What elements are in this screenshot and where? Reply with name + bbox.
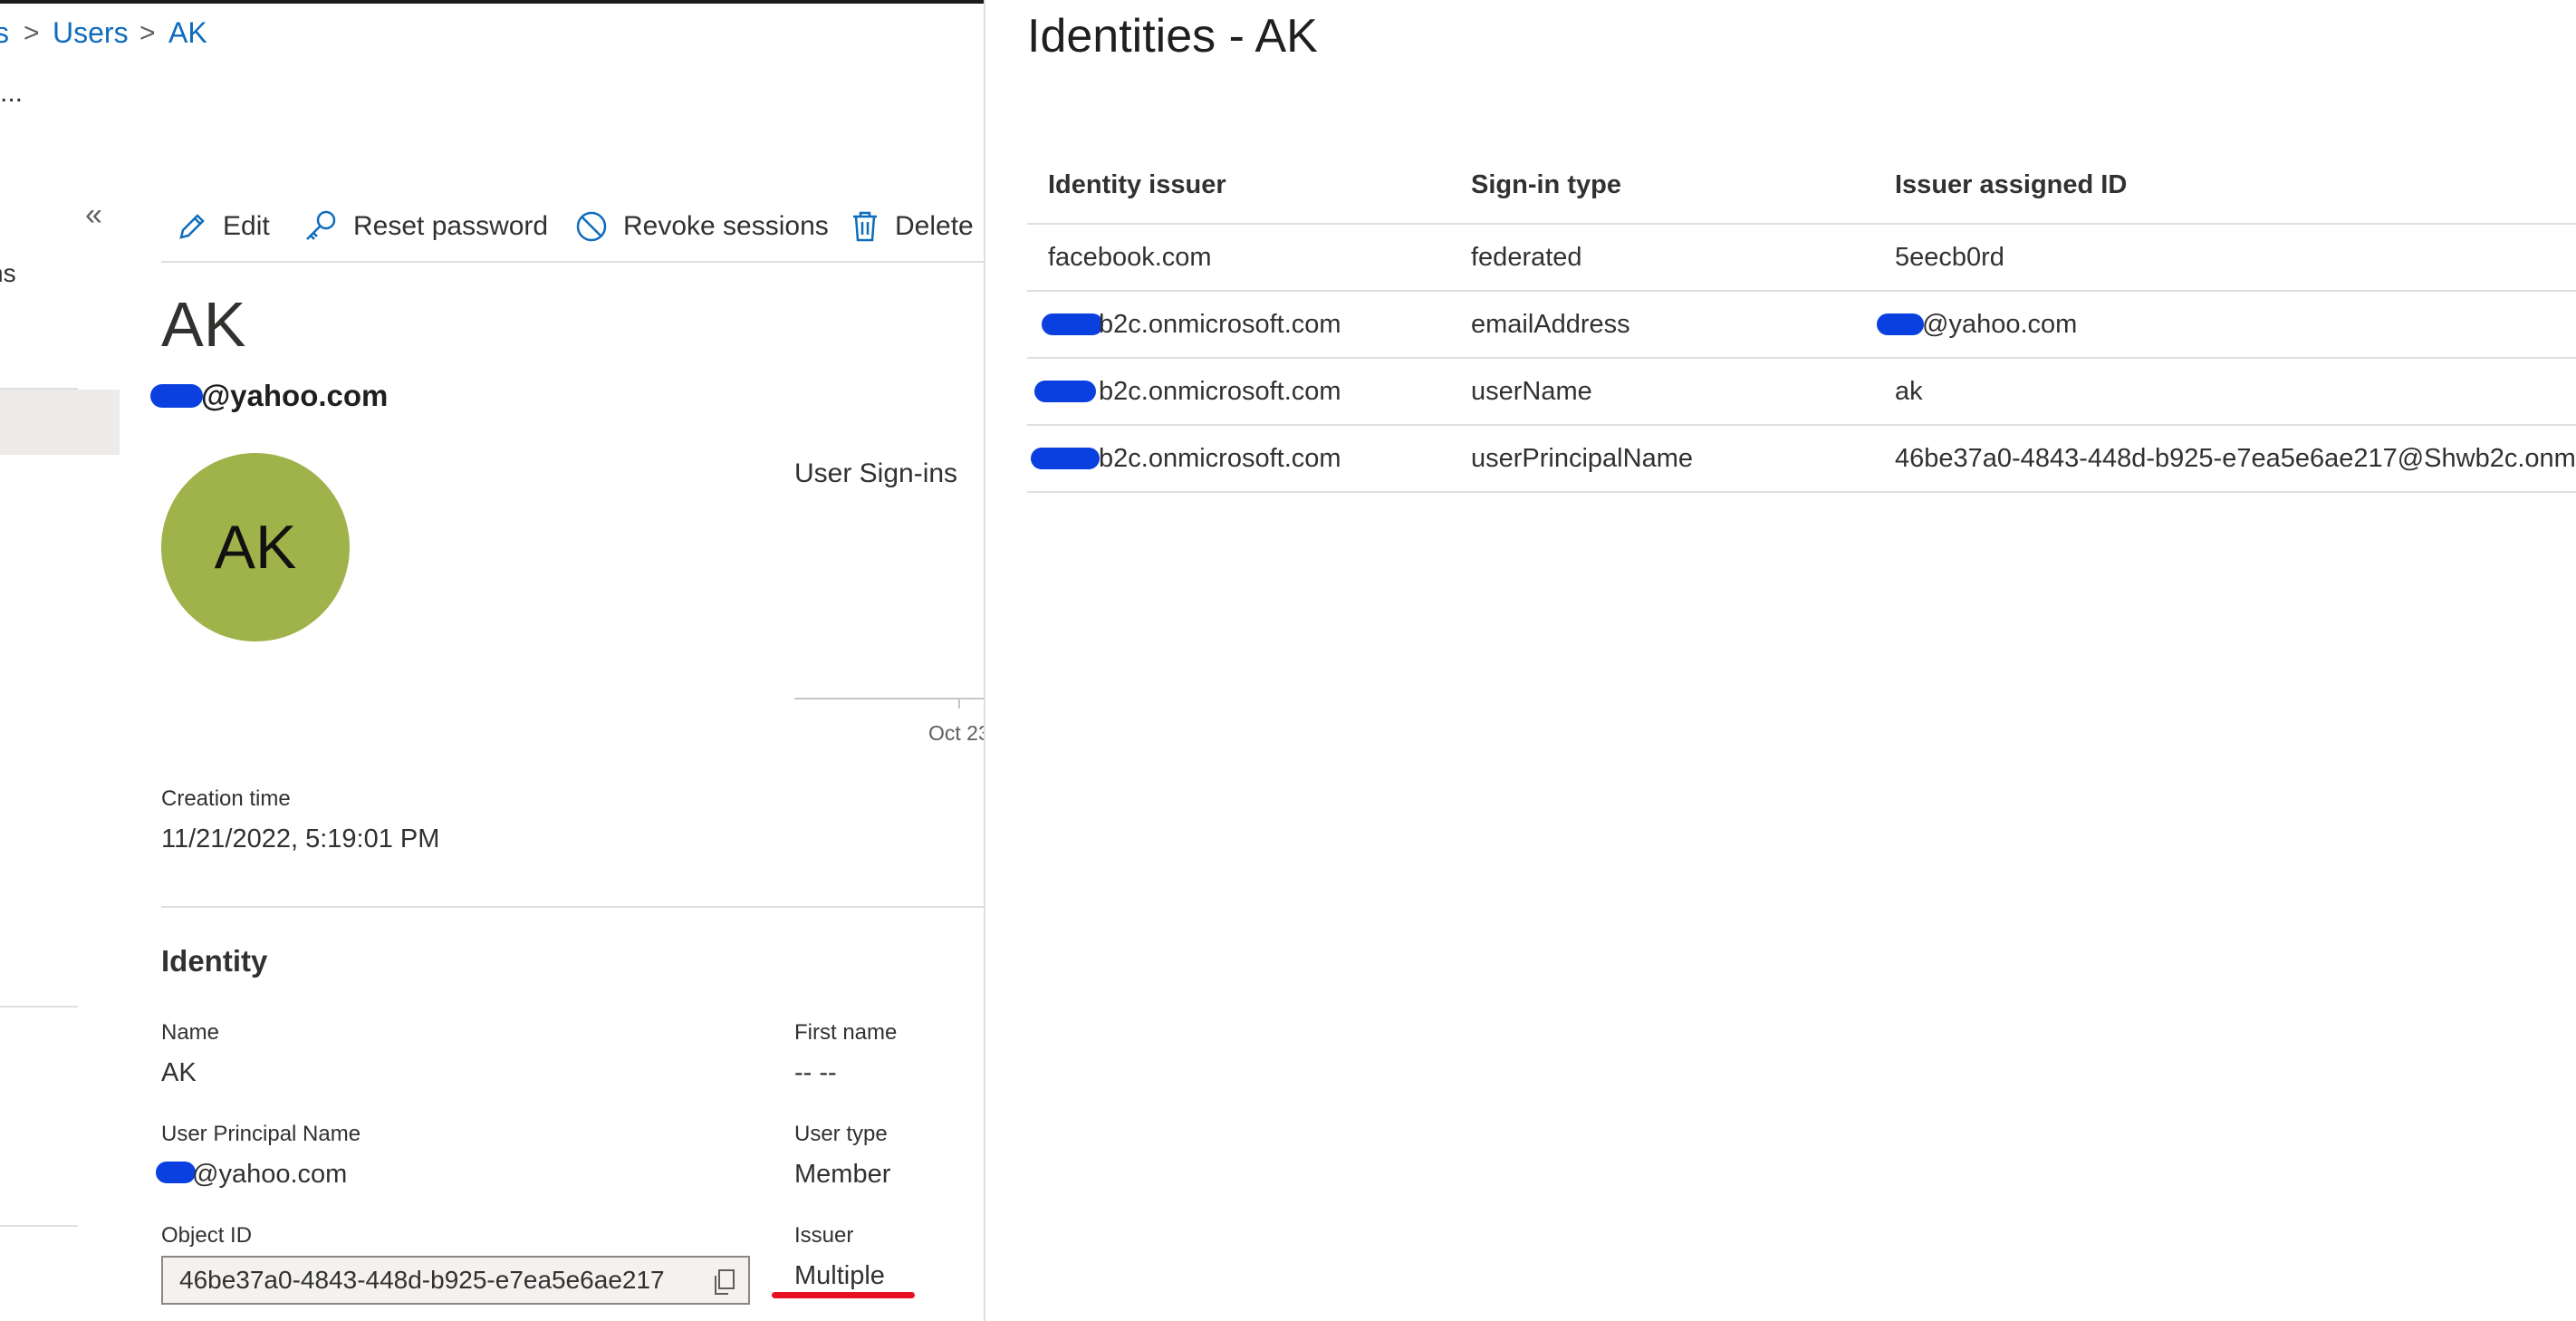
blocked-icon [576,211,607,242]
revoke-sessions-button[interactable]: Revoke sessions [574,207,829,246]
object-id-value: 46be37a0-4843-448d-b925-e7ea5e6ae217 [179,1266,665,1294]
user-type-label: User type [794,1122,888,1146]
nav-item-selected[interactable] [0,390,120,455]
panel-title: Identities - AK [1027,10,1318,63]
table-cell-assigned-id: ak [1895,377,1923,406]
object-id-field[interactable]: 46be37a0-4843-448d-b925-e7ea5e6ae217 [161,1256,750,1305]
redaction-mark [1877,313,1924,335]
breadcrumb-current: AK [168,16,207,49]
name-label: Name [161,1020,220,1045]
breadcrumb-users[interactable]: Users [53,16,129,50]
highlight-underline [772,1292,915,1298]
first-name-value: -- -- [794,1058,837,1087]
toolbar-divider [161,261,984,263]
issuer-label: Issuer [794,1223,854,1248]
name-value: AK [161,1058,197,1087]
user-email: @yahoo.com [201,379,389,412]
redaction-mark [1042,313,1103,335]
user-type-value: Member [794,1160,891,1189]
nav-divider [0,1006,78,1008]
delete-button[interactable]: Delete [850,207,974,246]
redaction-mark [150,384,203,408]
reset-password-label: Reset password [353,211,549,241]
column-header-identity-issuer: Identity issuer [1048,170,1226,199]
table-cell-sign-in-type: userName [1471,377,1592,406]
table-row-divider [1027,357,2576,359]
table-row-divider [1027,491,2576,493]
chart-axis-line [794,698,984,699]
table-cell-assigned-id: @yahoo.com [1922,310,2078,339]
nav-item-partial[interactable]: ns [0,259,16,288]
edit-button[interactable]: Edit [176,207,270,246]
table-cell-issuer: b2c.onmicrosoft.com [1099,444,1341,473]
breadcrumb-previous[interactable]: s [0,16,9,50]
table-cell-issuer: b2c.onmicrosoft.com [1099,310,1341,339]
upn-value: @yahoo.com [192,1160,348,1189]
object-id-label: Object ID [161,1223,253,1248]
breadcrumb-separator: > [24,18,40,48]
upn-label: User Principal Name [161,1122,361,1146]
creation-time-label: Creation time [161,786,291,811]
user-sign-ins-link[interactable]: User Sign-ins [794,458,957,489]
table-cell-assigned-id: 5eecb0rd [1895,243,2004,272]
table-cell-sign-in-type: federated [1471,243,1582,272]
table-row-divider [1027,424,2576,426]
reset-password-button[interactable]: Reset password [303,207,548,246]
redaction-mark [156,1162,196,1183]
table-header-divider [1027,223,2576,225]
table-cell-assigned-id: 46be37a0-4843-448d-b925-e7ea5e6ae217@Shw… [1895,444,2576,473]
creation-time-value: 11/21/2022, 5:19:01 PM [161,824,440,853]
redaction-mark [1031,448,1100,469]
trash-icon [853,211,877,242]
redaction-mark [1034,381,1096,402]
user-display-name: AK [161,289,246,360]
column-header-issuer-assigned-id: Issuer assigned ID [1895,170,2128,199]
pencil-icon [179,214,205,239]
chart-axis-tick [958,699,960,709]
more-options-ellipsis[interactable]: ... [0,78,23,109]
table-row-divider [1027,290,2576,292]
avatar-initials: AK [214,513,297,582]
identity-section-title: Identity [161,944,268,978]
table-cell-issuer: b2c.onmicrosoft.com [1099,377,1341,406]
avatar: AK [161,453,350,641]
section-divider [161,906,984,908]
chart-axis-label: Oct 23 [928,721,990,745]
table-cell-sign-in-type: emailAddress [1471,310,1630,339]
column-header-sign-in-type: Sign-in type [1471,170,1621,199]
collapse-menu-icon[interactable]: « [85,198,102,233]
nav-divider [0,1225,78,1227]
breadcrumb-separator: > [139,18,156,48]
first-name-label: First name [794,1020,898,1045]
copy-icon[interactable] [712,1268,735,1296]
issuer-multiple-link[interactable]: Multiple [794,1261,885,1291]
edit-label: Edit [223,211,270,241]
table-cell-issuer: facebook.com [1048,243,1212,272]
table-cell-sign-in-type: userPrincipalName [1471,444,1693,473]
delete-label: Delete [895,211,974,241]
revoke-sessions-label: Revoke sessions [623,211,829,241]
key-icon [306,210,336,240]
